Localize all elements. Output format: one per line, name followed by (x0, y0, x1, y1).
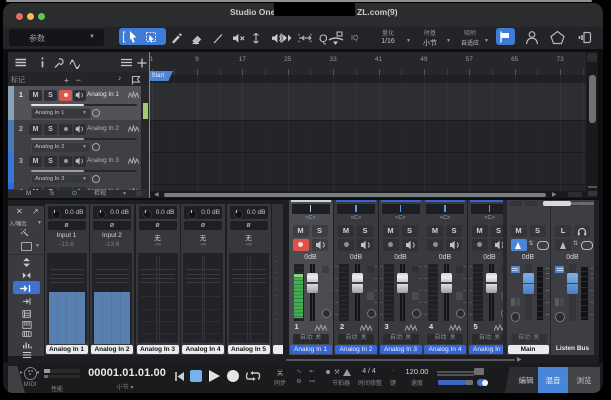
svg-text:Q: Q (319, 33, 328, 45)
